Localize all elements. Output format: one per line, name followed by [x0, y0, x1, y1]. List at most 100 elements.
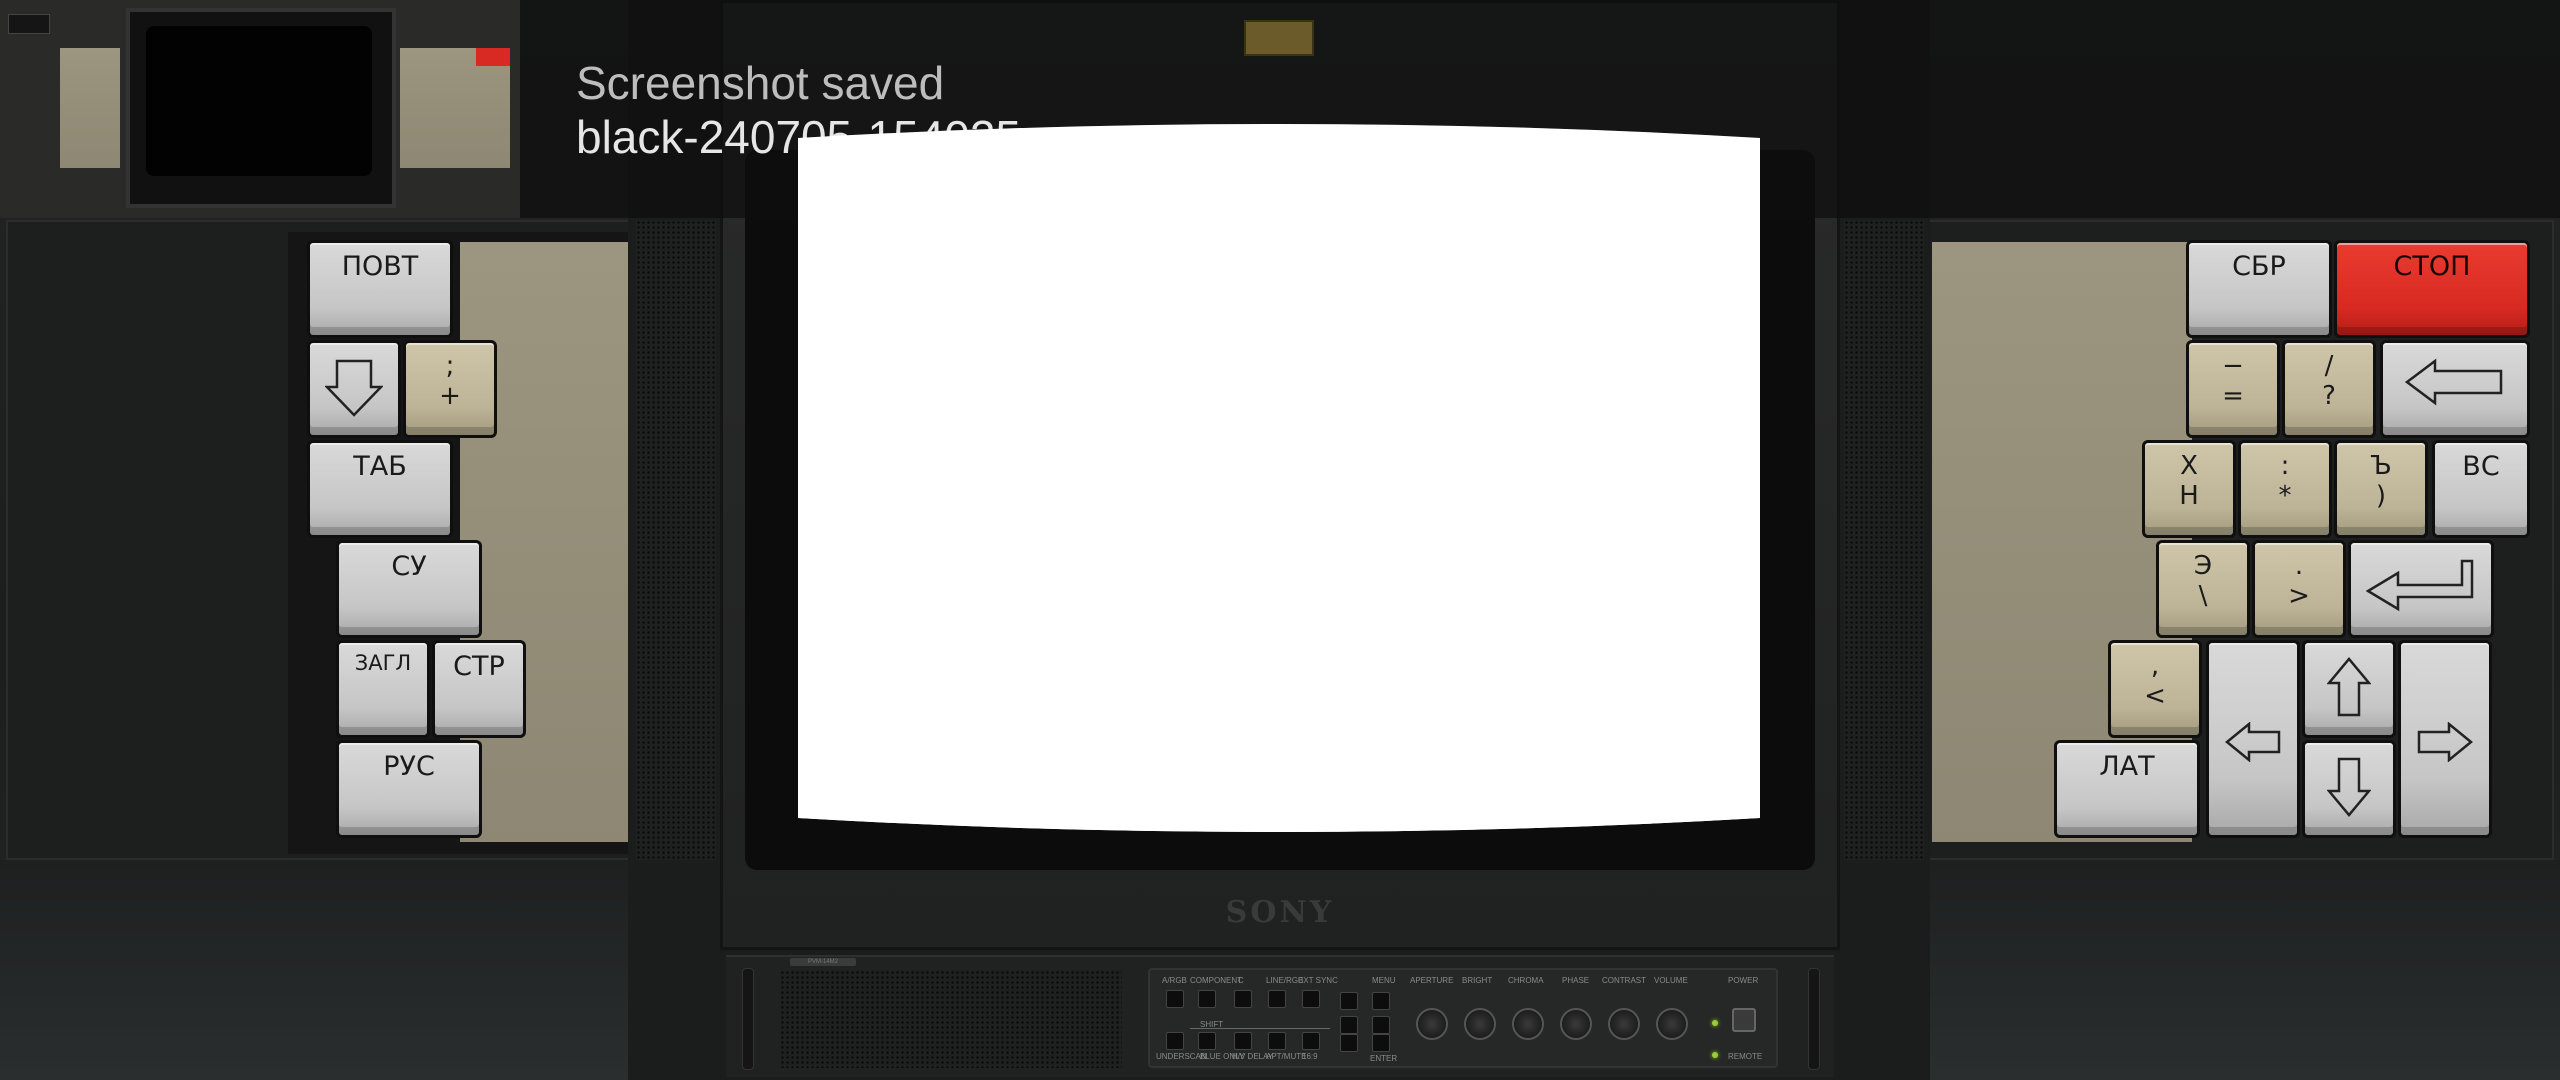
screenshot-thumbnail[interactable] [0, 0, 520, 218]
apt-mute-button[interactable] [1268, 1032, 1286, 1050]
paren-label: ) [2375, 481, 2387, 511]
thumbnail-stop-key [476, 48, 510, 66]
rus-key[interactable]: РУС [336, 740, 482, 838]
e-label: Э [2193, 551, 2213, 581]
label-chroma: CHROMA [1508, 976, 1544, 985]
right-arrow-key[interactable] [2398, 640, 2492, 838]
brand-logo: SONY [1225, 895, 1335, 930]
chroma-knob[interactable] [1512, 1008, 1544, 1040]
equals-label: = [2222, 381, 2244, 411]
arrow-down-icon [325, 359, 383, 417]
str-label: СТР [453, 651, 505, 682]
power-led-icon [1712, 1020, 1718, 1026]
remote-led-icon [1712, 1052, 1718, 1058]
power-button[interactable] [1732, 1008, 1756, 1032]
dot-greater-key[interactable]: . > [2252, 540, 2346, 638]
thumbnail-left-keys [60, 48, 120, 168]
e-backslash-key[interactable]: Э \ [2156, 540, 2250, 638]
minus-label: − [2222, 351, 2244, 381]
hard-sign-key[interactable]: Ъ ) [2334, 440, 2428, 538]
stop-key[interactable]: СТОП [2334, 240, 2530, 338]
label-bright: BRIGHT [1462, 976, 1493, 985]
enter-button[interactable] [1372, 1034, 1390, 1052]
minus-equals-key[interactable]: − = [2186, 340, 2280, 438]
less-label: < [2144, 681, 2166, 711]
bright-knob[interactable] [1464, 1008, 1496, 1040]
label-argb: A/RGB [1162, 976, 1187, 985]
arrow-up-icon [2327, 657, 2371, 717]
line-rgb-button[interactable] [1268, 990, 1286, 1008]
colon-label: : [2280, 451, 2290, 481]
question-label: ? [2322, 381, 2336, 411]
component-button[interactable] [1198, 990, 1216, 1008]
rus-label: РУС [383, 751, 435, 782]
lat-key[interactable]: ЛАТ [2054, 740, 2200, 838]
vs-key[interactable]: ВС [2432, 440, 2530, 538]
front-speaker-grille [780, 970, 1122, 1068]
label-power: POWER [1728, 976, 1759, 985]
aperture-knob[interactable] [1416, 1008, 1448, 1040]
enter-key[interactable] [2348, 540, 2494, 638]
left-arrow-key[interactable] [2206, 640, 2300, 838]
label-c: C [1238, 976, 1244, 985]
label-component: COMPONENT [1190, 976, 1242, 985]
menu-down-button[interactable] [1340, 1034, 1358, 1052]
up-arrow-key[interactable] [2302, 640, 2396, 738]
str-key[interactable]: СТР [432, 640, 526, 738]
menu-right-button[interactable] [1372, 1016, 1390, 1034]
c-button[interactable] [1234, 990, 1252, 1008]
label-enter: ENTER [1370, 1054, 1398, 1063]
sbr-key[interactable]: СБР [2186, 240, 2332, 338]
asterisk-label: * [2278, 481, 2292, 511]
down-arrow-key-right[interactable] [2302, 740, 2396, 838]
colon-asterisk-key[interactable]: : * [2238, 440, 2332, 538]
phase-knob[interactable] [1560, 1008, 1592, 1040]
semicolon-label: ; [445, 351, 455, 381]
menu-up-button[interactable] [1340, 992, 1358, 1010]
down-arrow-key[interactable] [307, 340, 401, 438]
povt-label: ПОВТ [341, 251, 419, 282]
hv-delay-button[interactable] [1234, 1032, 1252, 1050]
su-label: СУ [391, 551, 427, 582]
thumbnail-right-keys [400, 48, 510, 168]
x-label: Х [2180, 451, 2198, 481]
comma-label: , [2150, 651, 2160, 681]
label-volume: VOLUME [1654, 976, 1688, 985]
semicolon-plus-key[interactable]: ; + [403, 340, 497, 438]
blue-only-button[interactable] [1198, 1032, 1216, 1050]
slash-label: / [2324, 351, 2334, 381]
povt-key[interactable]: ПОВТ [307, 240, 453, 338]
x-n-key[interactable]: Х Н [2142, 440, 2236, 538]
plus-label: + [439, 381, 461, 411]
label-16-9: 16:9 [1302, 1052, 1318, 1061]
slash-question-key[interactable]: / ? [2282, 340, 2376, 438]
menu-button[interactable] [1372, 992, 1390, 1010]
su-key[interactable]: СУ [336, 540, 482, 638]
crt-screen-overlay [798, 118, 1760, 838]
label-contrast: CONTRAST [1602, 976, 1646, 985]
volume-knob[interactable] [1656, 1008, 1688, 1040]
right-speaker-grille [1844, 220, 1924, 860]
left-handle [742, 968, 754, 1070]
ext-sync-button[interactable] [1302, 990, 1320, 1008]
arrow-down-icon [2327, 757, 2371, 817]
thumbnail-screen [146, 26, 372, 176]
underscan-button[interactable] [1166, 1032, 1184, 1050]
hard-sign-label: Ъ [2370, 451, 2392, 481]
monitor-control-panel: A/RGB COMPONENT C LINE/RGB EXT SYNC SHIF… [1148, 968, 1778, 1068]
left-speaker-grille [636, 220, 716, 860]
label-ext-sync: EXT SYNC [1298, 976, 1338, 985]
backslash-label: \ [2198, 581, 2208, 611]
vs-label: ВС [2462, 451, 2500, 482]
zagl-key[interactable]: ЗАГЛ [336, 640, 430, 738]
argb-button[interactable] [1166, 990, 1184, 1008]
menu-left-button[interactable] [1340, 1016, 1358, 1034]
tab-key[interactable]: ТАБ [307, 440, 453, 538]
contrast-knob[interactable] [1608, 1008, 1640, 1040]
tab-label: ТАБ [353, 451, 407, 482]
label-phase: PHASE [1562, 976, 1590, 985]
comma-less-key[interactable]: , < [2108, 640, 2202, 738]
aspect-button[interactable] [1302, 1032, 1320, 1050]
backspace-key[interactable] [2380, 340, 2530, 438]
thumbnail-counter [8, 14, 50, 34]
